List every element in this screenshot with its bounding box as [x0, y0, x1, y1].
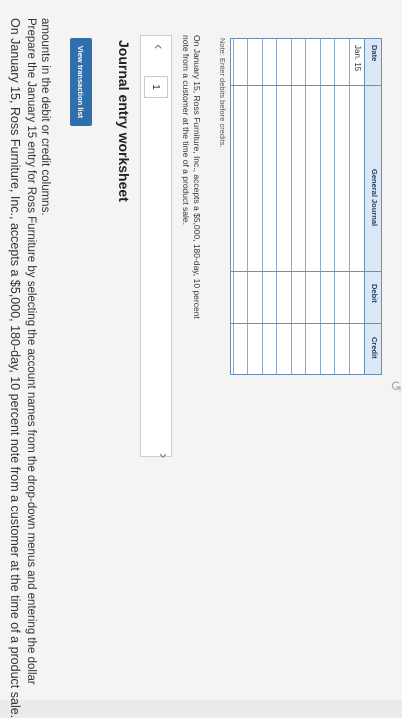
debit-header: Debit [370, 284, 379, 303]
transaction-navigator: ‹ 1 [140, 35, 172, 457]
question-line-1: On January 15, Ross Furniture, Inc., acc… [8, 18, 22, 718]
view-transaction-list-button[interactable]: View transaction list [70, 38, 92, 126]
credit-header: Credit [370, 337, 379, 359]
question-line-2: Prepare the January 15 entry for Ross Fu… [25, 18, 37, 685]
date-header: Date [370, 45, 379, 62]
column-divider [231, 271, 381, 272]
chevron-right-icon[interactable]: › [154, 453, 172, 458]
question-line-3: amounts in the debit or credit columns. [39, 18, 51, 216]
page-curl-icon: ↺ [387, 380, 402, 392]
journal-table: Date General Journal Debit Credit Jan. 1… [230, 38, 382, 375]
transaction-page-number[interactable]: 1 [144, 76, 168, 98]
column-divider [231, 323, 381, 324]
journal-entry-page: On January 15, Ross Furniture, Inc., acc… [0, 0, 402, 718]
debit-credit-note: Note: Enter debits before credits. [218, 38, 227, 148]
column-divider [231, 85, 381, 86]
chevron-left-icon[interactable]: ‹ [149, 44, 167, 49]
transaction-description: On January 15, Ross Furniture, Inc., acc… [181, 35, 202, 319]
date-cell: Jan. 15 [353, 45, 362, 72]
general-journal-header: General Journal [370, 169, 379, 227]
worksheet-title: Journal entry worksheet [116, 40, 132, 202]
